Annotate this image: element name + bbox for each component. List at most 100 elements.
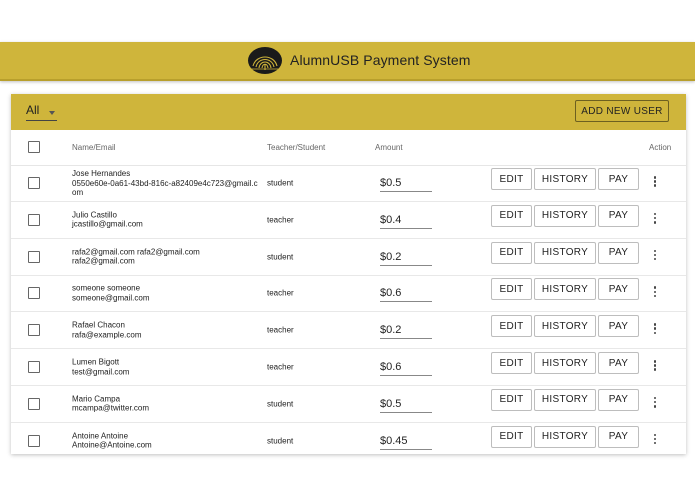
pay-button[interactable]: PAY bbox=[598, 315, 639, 338]
name-email-cell: Jose Hernandes 0550e60e-0a61-43bd-816c-a8… bbox=[72, 169, 262, 198]
more-vert-icon[interactable] bbox=[650, 360, 660, 374]
name-email-cell: rafa2@gmail.com rafa2@gmail.com rafa2@gma… bbox=[72, 247, 262, 266]
name-email-cell: Rafael Chacon rafa@example.com bbox=[72, 321, 262, 340]
table-row: Julio Castillo jcastillo@gmail.com teacher… bbox=[11, 202, 686, 239]
amount-input[interactable] bbox=[380, 248, 432, 266]
history-button[interactable]: HISTORY bbox=[534, 204, 596, 227]
amount-input[interactable] bbox=[380, 175, 432, 192]
select-all-checkbox[interactable] bbox=[28, 141, 40, 153]
name-email-cell: Mario Campa mcampa@twitter.com bbox=[72, 394, 262, 413]
header-name-email: Name/Email bbox=[72, 143, 116, 152]
row-checkbox[interactable] bbox=[28, 361, 40, 373]
user-name: Julio Castillo bbox=[72, 210, 117, 220]
add-new-user-button[interactable]: ADD NEW USER bbox=[575, 100, 669, 122]
header-action: Action bbox=[649, 143, 672, 152]
name-email-cell: Antoine Antoine Antoine@Antoine.com bbox=[72, 431, 262, 450]
edit-button[interactable]: EDIT bbox=[491, 315, 532, 338]
history-button[interactable]: HISTORY bbox=[534, 278, 596, 301]
amount-input[interactable] bbox=[380, 395, 432, 413]
user-email: 0550e60e-0a61-43bd-816c-a82409e4c723@gma… bbox=[72, 178, 258, 197]
history-button[interactable]: HISTORY bbox=[534, 425, 596, 448]
user-role: teacher bbox=[267, 362, 294, 372]
user-role: teacher bbox=[267, 215, 294, 225]
users-table-card: All ADD NEW USER Name/Email Teacher/Stud… bbox=[11, 94, 686, 454]
more-vert-icon[interactable] bbox=[650, 249, 660, 264]
table-row: rafa2@gmail.com rafa2@gmail.com rafa2@gma… bbox=[11, 239, 686, 276]
table-row: Mario Campamcampa@twitter.com student EDIT… bbox=[11, 386, 686, 423]
table-toolbar: All ADD NEW USER bbox=[11, 94, 686, 130]
more-vert-icon[interactable] bbox=[650, 212, 660, 227]
more-vert-icon[interactable] bbox=[650, 286, 660, 300]
user-name: Lumen Bigott bbox=[72, 357, 120, 367]
edit-button[interactable]: EDIT bbox=[491, 278, 532, 301]
pay-button[interactable]: PAY bbox=[598, 352, 639, 374]
row-checkbox[interactable] bbox=[28, 287, 40, 300]
more-vert-icon[interactable] bbox=[650, 396, 660, 411]
more-vert-icon[interactable] bbox=[650, 323, 660, 337]
user-role: teacher bbox=[267, 325, 294, 335]
row-checkbox[interactable] bbox=[28, 397, 40, 410]
user-role: student bbox=[267, 252, 294, 262]
row-checkbox[interactable] bbox=[28, 434, 40, 447]
row-checkbox[interactable] bbox=[28, 324, 40, 337]
name-email-cell: someone someone someone@gmail.com bbox=[72, 284, 262, 303]
user-type-filter[interactable]: All bbox=[26, 103, 57, 121]
amount-input[interactable] bbox=[380, 285, 432, 303]
usb-logo-icon bbox=[248, 47, 282, 74]
user-email: test@gmail.com bbox=[72, 367, 130, 376]
app-header: AlumnUSB Payment System bbox=[0, 42, 695, 81]
amount-input[interactable] bbox=[380, 211, 432, 229]
table-row: someone someonesomeone@gmail.com teacher E… bbox=[11, 275, 686, 313]
user-role: student bbox=[267, 436, 294, 446]
user-email: Antoine@Antoine.com bbox=[72, 440, 152, 450]
history-button[interactable]: HISTORY bbox=[534, 168, 596, 190]
edit-button[interactable]: EDIT bbox=[491, 204, 532, 227]
user-email: mcampa@twitter.com bbox=[72, 403, 150, 413]
edit-button[interactable]: EDIT bbox=[491, 168, 532, 190]
user-name: Mario Campa bbox=[72, 394, 121, 404]
user-email: someone@gmail.com bbox=[72, 293, 150, 303]
amount-input[interactable] bbox=[380, 359, 432, 376]
user-name: Rafael Chacon bbox=[72, 320, 125, 330]
edit-button[interactable]: EDIT bbox=[491, 241, 532, 264]
table-row: Rafael Chaconrafa@example.com teacher EDIT… bbox=[11, 312, 686, 350]
user-role: student bbox=[267, 178, 294, 188]
name-email-cell: Julio Castillo jcastillo@gmail.com bbox=[72, 210, 262, 229]
pay-button[interactable]: PAY bbox=[598, 204, 639, 227]
history-button[interactable]: HISTORY bbox=[534, 352, 596, 374]
user-role: student bbox=[267, 399, 294, 409]
pay-button[interactable]: PAY bbox=[598, 278, 639, 301]
app-title: AlumnUSB Payment System bbox=[290, 52, 471, 68]
user-role: teacher bbox=[267, 288, 294, 298]
caret-down-icon bbox=[49, 111, 55, 115]
table-header: Name/Email Teacher/Student Amount Action bbox=[11, 130, 686, 166]
amount-input[interactable] bbox=[380, 322, 432, 340]
header-amount: Amount bbox=[375, 143, 403, 152]
edit-button[interactable]: EDIT bbox=[491, 352, 532, 374]
edit-button[interactable]: EDIT bbox=[491, 425, 532, 448]
row-checkbox[interactable] bbox=[28, 250, 40, 263]
header-role: Teacher/Student bbox=[267, 143, 326, 152]
table-row: Lumen Bigotttest@gmail.com teacher EDITHIS… bbox=[11, 349, 686, 386]
user-name: Antoine Antoine bbox=[72, 431, 129, 441]
amount-input[interactable] bbox=[380, 432, 432, 450]
user-name: rafa2@gmail.com rafa2@gmail.com bbox=[72, 247, 200, 257]
row-checkbox[interactable] bbox=[28, 213, 40, 226]
pay-button[interactable]: PAY bbox=[598, 388, 639, 411]
user-name: Jose Hernandes bbox=[72, 168, 131, 178]
history-button[interactable]: HISTORY bbox=[534, 315, 596, 338]
history-button[interactable]: HISTORY bbox=[534, 241, 596, 264]
more-vert-icon[interactable] bbox=[650, 433, 660, 448]
more-vert-icon[interactable] bbox=[650, 176, 660, 190]
pay-button[interactable]: PAY bbox=[598, 168, 639, 190]
pay-button[interactable]: PAY bbox=[598, 241, 639, 264]
user-email: rafa2@gmail.com bbox=[72, 256, 135, 266]
edit-button[interactable]: EDIT bbox=[491, 388, 532, 411]
row-checkbox[interactable] bbox=[28, 177, 40, 189]
user-email: rafa@example.com bbox=[72, 330, 142, 340]
table-row: Jose Hernandes 0550e60e-0a61-43bd-816c-a8… bbox=[11, 165, 686, 202]
pay-button[interactable]: PAY bbox=[598, 425, 639, 448]
filter-value: All bbox=[26, 103, 40, 117]
table-row: Antoine Antoine Antoine@Antoine.com studen… bbox=[11, 423, 686, 454]
history-button[interactable]: HISTORY bbox=[534, 388, 596, 411]
